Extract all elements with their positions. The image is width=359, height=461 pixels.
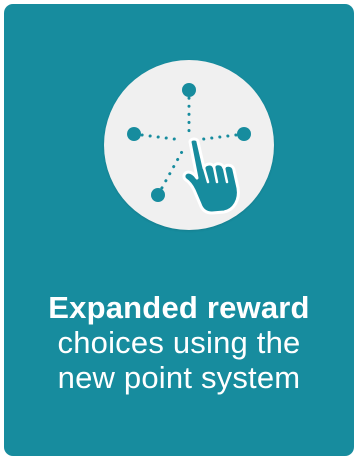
card-text: Expanded reward choices using the new po… <box>4 290 354 395</box>
hand-pointer-network-icon <box>127 83 251 215</box>
icon-badge <box>104 60 274 230</box>
icon-circle <box>104 60 274 230</box>
reward-card: Expanded reward choices using the new po… <box>4 4 354 456</box>
description-line-1: choices using the <box>57 325 301 360</box>
description-line-2: new point system <box>57 360 301 395</box>
headline: Expanded reward <box>48 290 310 325</box>
